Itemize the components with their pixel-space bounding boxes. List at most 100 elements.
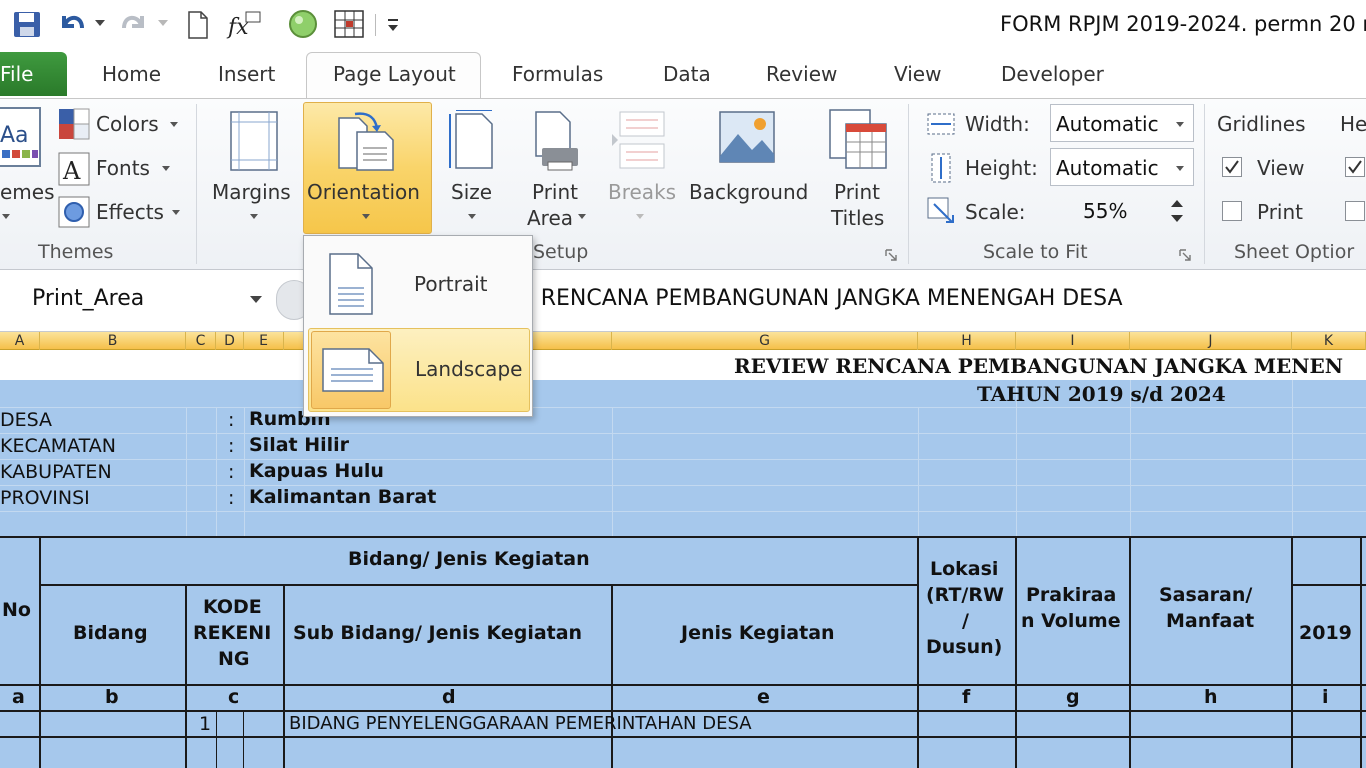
header-sasaran-1: Sasaran/ bbox=[1159, 584, 1253, 606]
effects-icon[interactable] bbox=[58, 196, 90, 228]
header-sasaran-2: Manfaat bbox=[1166, 610, 1255, 632]
page-setup-dialog-launcher-icon[interactable] bbox=[884, 248, 898, 262]
print-area-dropdown-icon[interactable] bbox=[578, 214, 586, 219]
margins-icon[interactable] bbox=[228, 110, 280, 172]
redo-dropdown-icon[interactable] bbox=[158, 20, 168, 26]
size-dropdown-icon[interactable] bbox=[468, 214, 476, 219]
background-icon[interactable] bbox=[718, 110, 778, 166]
gridlines-view-label: View bbox=[1257, 156, 1305, 180]
tab-home[interactable]: Home bbox=[102, 62, 161, 86]
gridlines-print-checkbox[interactable] bbox=[1222, 201, 1242, 221]
table-border bbox=[1292, 584, 1366, 586]
row1-text[interactable]: BIDANG PENYELENGGARAAN PEMERINTAHAN DESA bbox=[289, 713, 752, 734]
menu-item-landscape[interactable]: Landscape bbox=[308, 328, 530, 412]
colors-icon[interactable] bbox=[58, 108, 90, 140]
table-border bbox=[0, 710, 1366, 712]
effects-label[interactable]: Effects bbox=[96, 200, 164, 224]
column-header-h[interactable]: H bbox=[918, 332, 1016, 350]
insert-function-icon[interactable]: fx bbox=[226, 8, 262, 40]
gridlines-view-checkbox[interactable] bbox=[1222, 157, 1242, 177]
themes-icon[interactable]: Aa bbox=[0, 106, 42, 170]
print-titles-icon[interactable] bbox=[826, 108, 888, 170]
save-icon[interactable] bbox=[12, 8, 42, 40]
column-header-g[interactable]: G bbox=[612, 332, 918, 350]
name-box[interactable]: Print_Area bbox=[0, 280, 272, 322]
window-title: FORM RPJM 2019-2024. permn 20 r bbox=[1000, 12, 1366, 36]
margins-dropdown-icon[interactable] bbox=[250, 214, 258, 219]
column-header-d[interactable]: D bbox=[216, 332, 244, 350]
column-header-b[interactable]: B bbox=[40, 332, 186, 350]
borders-grid-icon[interactable] bbox=[333, 8, 365, 40]
menu-item-portrait[interactable]: Portrait bbox=[308, 242, 530, 326]
new-document-icon[interactable] bbox=[186, 8, 210, 40]
print-area-label-2[interactable]: Area bbox=[527, 206, 573, 230]
tab-file[interactable]: File bbox=[0, 52, 67, 96]
letter-i: i bbox=[1322, 686, 1329, 708]
size-icon[interactable] bbox=[446, 110, 498, 172]
themes-button-label[interactable]: emes bbox=[0, 180, 55, 204]
name-box-dropdown-icon[interactable] bbox=[250, 296, 262, 303]
colors-dropdown-icon[interactable] bbox=[170, 122, 178, 127]
letter-a: a bbox=[12, 686, 25, 708]
customize-toolbar-icon[interactable] bbox=[384, 8, 402, 40]
fonts-dropdown-icon[interactable] bbox=[162, 166, 170, 171]
tab-page-layout[interactable]: Page Layout bbox=[333, 62, 456, 86]
orientation-label: Orientation bbox=[307, 180, 420, 204]
formula-content[interactable]: W RENCANA PEMBANGUNAN JANGKA MENENGAH DE… bbox=[512, 286, 1123, 311]
orientation-icon bbox=[338, 112, 394, 171]
print-area-label-1[interactable]: Print bbox=[532, 180, 578, 204]
tab-developer[interactable]: Developer bbox=[1001, 62, 1104, 86]
scale-to-fit-group-label: Scale to Fit bbox=[983, 241, 1088, 263]
breaks-dropdown-icon[interactable] bbox=[636, 214, 644, 219]
width-select-arrow-icon[interactable] bbox=[1176, 122, 1184, 127]
worksheet-grid[interactable] bbox=[0, 350, 1366, 768]
undo-icon[interactable] bbox=[56, 8, 86, 40]
table-border bbox=[917, 536, 919, 768]
column-header-j[interactable]: J bbox=[1130, 332, 1292, 350]
breaks-icon[interactable] bbox=[612, 110, 668, 172]
circle-macro-icon[interactable] bbox=[286, 8, 320, 40]
info-colon: : bbox=[228, 487, 235, 509]
headings-print-checkbox[interactable] bbox=[1345, 201, 1365, 221]
letter-h: h bbox=[1204, 686, 1218, 708]
portrait-label: Portrait bbox=[414, 272, 488, 296]
tab-data[interactable]: Data bbox=[663, 62, 711, 86]
column-header-e[interactable]: E bbox=[244, 332, 284, 350]
print-titles-label-2[interactable]: Titles bbox=[831, 206, 884, 230]
column-header-i[interactable]: I bbox=[1016, 332, 1130, 350]
info-value-kecamatan: Silat Hilir bbox=[249, 434, 350, 456]
letter-f: f bbox=[962, 686, 971, 708]
column-header-a[interactable]: A bbox=[0, 332, 40, 350]
table-border bbox=[0, 536, 1366, 538]
print-titles-label-1[interactable]: Print bbox=[834, 180, 880, 204]
breaks-label[interactable]: Breaks bbox=[608, 180, 676, 204]
margins-label[interactable]: Margins bbox=[212, 180, 291, 204]
orientation-menu: Portrait Landscape bbox=[303, 235, 533, 417]
colors-label[interactable]: Colors bbox=[96, 112, 159, 136]
themes-dropdown-icon[interactable] bbox=[2, 214, 10, 219]
sheet-title: REVIEW RENCANA PEMBANGUNAN JANGKA MENEN bbox=[734, 354, 1344, 378]
tab-view[interactable]: View bbox=[894, 62, 941, 86]
tab-review[interactable]: Review bbox=[766, 62, 837, 86]
tab-insert[interactable]: Insert bbox=[218, 62, 275, 86]
row1-code[interactable]: 1 bbox=[199, 713, 211, 735]
undo-dropdown-icon[interactable] bbox=[95, 20, 105, 26]
height-select-arrow-icon[interactable] bbox=[1176, 166, 1184, 171]
fonts-label[interactable]: Fonts bbox=[96, 156, 150, 180]
table-border bbox=[1291, 536, 1293, 768]
width-select[interactable]: Automatic bbox=[1050, 104, 1194, 142]
size-label[interactable]: Size bbox=[451, 180, 492, 204]
headings-view-checkbox[interactable] bbox=[1345, 157, 1365, 177]
tab-formulas[interactable]: Formulas bbox=[512, 62, 603, 86]
scale-dialog-launcher-icon[interactable] bbox=[1178, 248, 1192, 262]
background-label[interactable]: Background bbox=[689, 180, 808, 204]
checkmark-icon bbox=[1225, 160, 1239, 174]
scale-spinner-arrows-icon[interactable] bbox=[1168, 196, 1186, 226]
effects-dropdown-icon[interactable] bbox=[172, 210, 180, 215]
column-header-k[interactable]: K bbox=[1292, 332, 1366, 350]
redo-icon[interactable] bbox=[120, 8, 150, 40]
column-header-c[interactable]: C bbox=[186, 332, 216, 350]
height-select[interactable]: Automatic bbox=[1050, 148, 1194, 186]
fonts-icon[interactable]: A bbox=[58, 152, 90, 186]
print-area-icon[interactable] bbox=[528, 110, 584, 172]
